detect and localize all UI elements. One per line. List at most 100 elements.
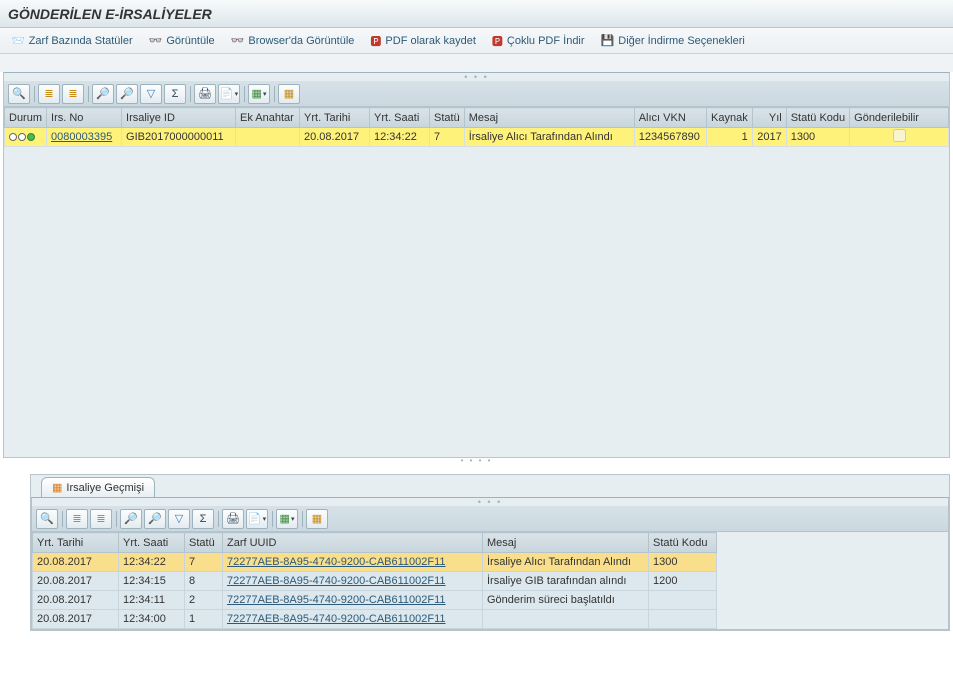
pdf-multi-icon: 🅿 bbox=[492, 33, 503, 49]
sort-asc-button[interactable]: ≣ bbox=[38, 84, 60, 104]
goruntule-button[interactable]: 👓 Görüntüle bbox=[142, 31, 222, 51]
col-statu-kodu[interactable]: Statü Kodu bbox=[786, 108, 849, 128]
panel-drag-handle[interactable]: • • • bbox=[32, 498, 948, 506]
table-row[interactable]: 20.08.201712:34:11272277AEB-8A95-4740-92… bbox=[33, 591, 717, 610]
diger-indirme-button[interactable]: 💾 Diğer İndirme Seçenekleri bbox=[594, 31, 752, 51]
col-mesaj[interactable]: Mesaj bbox=[464, 108, 634, 128]
browser-goruntule-button[interactable]: 👓 Browser'da Görüntüle bbox=[224, 31, 362, 51]
filter-button[interactable]: ▽ bbox=[168, 509, 190, 529]
col-statu[interactable]: Statü bbox=[185, 533, 223, 553]
col-kaynak[interactable]: Kaynak bbox=[706, 108, 752, 128]
status-cell bbox=[5, 128, 47, 147]
main-grid-panel: • • • 🔍 ≣ ≣ 🔎 🔎 ▽ Σ 🖨 📄▾ ▦▾ ▦ Durum Irs.… bbox=[3, 72, 950, 458]
mesaj-cell: Gönderim süreci başlatıldı bbox=[483, 591, 649, 610]
export-button[interactable]: 📄▾ bbox=[218, 84, 240, 104]
statu-kodu-cell: 1300 bbox=[786, 128, 849, 147]
pdf-icon: 🅿 bbox=[370, 33, 381, 49]
total-button[interactable]: Σ bbox=[192, 509, 214, 529]
sort-asc-icon: ≣ bbox=[44, 87, 53, 100]
print-button[interactable]: 🖨 bbox=[222, 509, 244, 529]
export-icon: 📄 bbox=[248, 512, 262, 525]
layout-button[interactable]: ▦▾ bbox=[276, 509, 298, 529]
page-title: GÖNDERİLEN E-İRSALİYELER bbox=[0, 0, 953, 28]
col-yrt-tarihi[interactable]: Yrt. Tarihi bbox=[300, 108, 370, 128]
magnifier-icon: 🔍 bbox=[12, 87, 26, 100]
binoculars-next-icon: 🔎 bbox=[120, 87, 134, 100]
zarf-uuid-cell[interactable]: 72277AEB-8A95-4740-9200-CAB611002F11 bbox=[223, 610, 483, 629]
col-yrt-saati[interactable]: Yrt. Saati bbox=[370, 108, 430, 128]
col-yil[interactable]: Yıl bbox=[752, 108, 786, 128]
col-yrt-saati[interactable]: Yrt. Saati bbox=[119, 533, 185, 553]
zarf-uuid-cell[interactable]: 72277AEB-8A95-4740-9200-CAB611002F11 bbox=[223, 591, 483, 610]
envelope-stack-icon: 📨 bbox=[11, 34, 25, 47]
table-row[interactable]: 20.08.201712:34:22772277AEB-8A95-4740-92… bbox=[33, 553, 717, 572]
find-button[interactable]: 🔎 bbox=[120, 509, 142, 529]
toolbar-label: Zarf Bazında Statüler bbox=[29, 35, 133, 47]
pdf-kaydet-button[interactable]: 🅿 PDF olarak kaydet bbox=[363, 31, 482, 51]
status-indicator-clear-icon bbox=[18, 133, 26, 141]
col-durum[interactable]: Durum bbox=[5, 108, 47, 128]
print-button[interactable]: 🖨 bbox=[194, 84, 216, 104]
coklu-pdf-button[interactable]: 🅿 Çoklu PDF İndir bbox=[485, 31, 592, 51]
toolbar-label: Browser'da Görüntüle bbox=[248, 35, 354, 47]
toolbar-label: Çoklu PDF İndir bbox=[507, 35, 585, 47]
table-row[interactable]: 0080003395 GIB2017000000011 20.08.2017 1… bbox=[5, 128, 949, 147]
sort-desc-button[interactable]: ≣ bbox=[90, 509, 112, 529]
find-next-button[interactable]: 🔎 bbox=[144, 509, 166, 529]
table-row[interactable]: 20.08.201712:34:00172277AEB-8A95-4740-92… bbox=[33, 610, 717, 629]
main-grid[interactable]: Durum Irs. No Irsaliye ID Ek Anahtar Yrt… bbox=[4, 107, 949, 147]
glasses-icon: 👓 bbox=[149, 34, 163, 47]
mesaj-cell: İrsaliye Alıcı Tarafından Alındı bbox=[483, 553, 649, 572]
mesaj-cell: İrsaliye Alıcı Tarafından Alındı bbox=[464, 128, 634, 147]
statu-cell: 7 bbox=[185, 553, 223, 572]
yrt-saati-cell: 12:34:11 bbox=[119, 591, 185, 610]
col-irsaliye-id[interactable]: Irsaliye ID bbox=[122, 108, 236, 128]
sort-desc-icon: ≣ bbox=[68, 87, 77, 100]
col-zarf-uuid[interactable]: Zarf UUID bbox=[223, 533, 483, 553]
details-button[interactable]: 🔍 bbox=[36, 509, 58, 529]
sort-asc-button[interactable]: ≣ bbox=[66, 509, 88, 529]
total-button[interactable]: Σ bbox=[164, 84, 186, 104]
printer-icon: 🖨 bbox=[198, 87, 212, 100]
irs-no-cell[interactable]: 0080003395 bbox=[47, 128, 122, 147]
tab-strip: ▦ Irsaliye Geçmişi bbox=[31, 475, 949, 497]
details-button[interactable]: 🔍 bbox=[8, 84, 30, 104]
yrt-saati-cell: 12:34:22 bbox=[119, 553, 185, 572]
sort-asc-icon: ≣ bbox=[72, 512, 81, 525]
zarf-bazinda-statuler-button[interactable]: 📨 Zarf Bazında Statüler bbox=[4, 31, 140, 51]
statu-kodu-cell: 1300 bbox=[649, 553, 717, 572]
col-statu-kodu[interactable]: Statü Kodu bbox=[649, 533, 717, 553]
export-icon: 📄 bbox=[220, 87, 234, 100]
yrt-tarihi-cell: 20.08.2017 bbox=[33, 553, 119, 572]
filter-button[interactable]: ▽ bbox=[140, 84, 162, 104]
grid-settings-button[interactable]: ▦ bbox=[306, 509, 328, 529]
status-indicator-clear-icon bbox=[9, 133, 17, 141]
col-ek-anahtar[interactable]: Ek Anahtar bbox=[236, 108, 300, 128]
panel-drag-handle[interactable]: • • • bbox=[4, 73, 949, 81]
grid-settings-icon: ▦ bbox=[312, 512, 322, 525]
irsaliye-id-cell: GIB2017000000011 bbox=[122, 128, 236, 147]
download-icon: 💾 bbox=[601, 34, 615, 47]
col-irs-no[interactable]: Irs. No bbox=[47, 108, 122, 128]
zarf-uuid-cell[interactable]: 72277AEB-8A95-4740-9200-CAB611002F11 bbox=[223, 553, 483, 572]
yrt-tarihi-cell: 20.08.2017 bbox=[33, 591, 119, 610]
tab-irsaliye-gecmisi[interactable]: ▦ Irsaliye Geçmişi bbox=[41, 477, 155, 497]
export-button[interactable]: 📄▾ bbox=[246, 509, 268, 529]
col-gonderilebilir[interactable]: Gönderilebilir bbox=[850, 108, 949, 128]
grid-header-row: Durum Irs. No Irsaliye ID Ek Anahtar Yrt… bbox=[5, 108, 949, 128]
table-row[interactable]: 20.08.201712:34:15872277AEB-8A95-4740-92… bbox=[33, 572, 717, 591]
statu-cell: 8 bbox=[185, 572, 223, 591]
status-indicator-green-icon bbox=[27, 133, 35, 141]
history-grid[interactable]: Yrt. Tarihi Yrt. Saati Statü Zarf UUID M… bbox=[32, 532, 717, 629]
sort-desc-button[interactable]: ≣ bbox=[62, 84, 84, 104]
zarf-uuid-cell[interactable]: 72277AEB-8A95-4740-9200-CAB611002F11 bbox=[223, 572, 483, 591]
layout-button[interactable]: ▦▾ bbox=[248, 84, 270, 104]
col-mesaj[interactable]: Mesaj bbox=[483, 533, 649, 553]
col-alici-vkn[interactable]: Alıcı VKN bbox=[634, 108, 706, 128]
find-button[interactable]: 🔎 bbox=[92, 84, 114, 104]
grid-settings-button[interactable]: ▦ bbox=[278, 84, 300, 104]
col-statu[interactable]: Statü bbox=[430, 108, 465, 128]
col-yrt-tarihi[interactable]: Yrt. Tarihi bbox=[33, 533, 119, 553]
toolbar-label: Görüntüle bbox=[166, 35, 214, 47]
find-next-button[interactable]: 🔎 bbox=[116, 84, 138, 104]
